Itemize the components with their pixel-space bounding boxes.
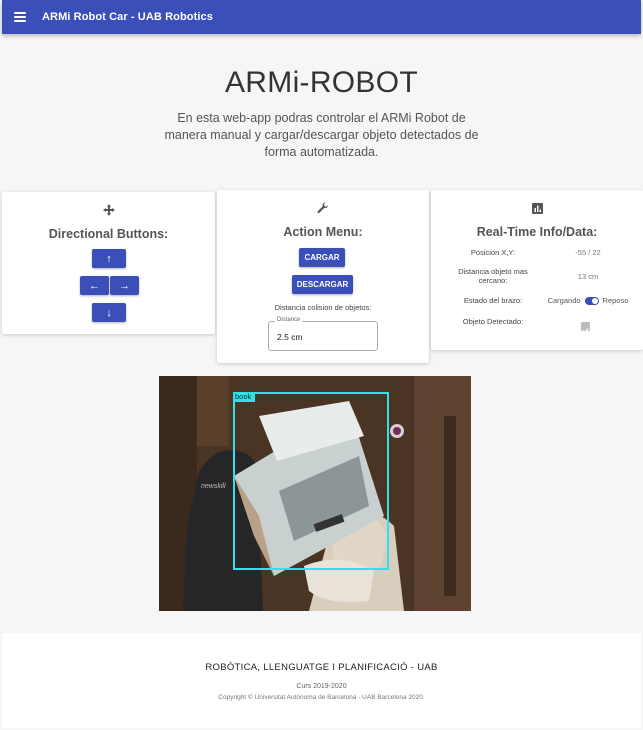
info-row-arm: Estado del brazo: Cargando Reposo	[443, 296, 633, 306]
footer-title: ROBÒTICA, LLENGUATGE I PLANIFICACIÓ - UA…	[205, 662, 438, 673]
detection-label: book	[235, 392, 252, 401]
info-card: Real-Time Info/Data: Posicion X,Y: -55 /…	[431, 190, 643, 350]
right-button[interactable]: →	[110, 276, 139, 295]
down-button[interactable]: ↓	[92, 303, 126, 322]
info-row-position: Posicion X,Y: -55 / 22	[443, 248, 633, 257]
check-icon	[582, 328, 589, 334]
footer-course: Curs 2019-2020	[296, 683, 347, 690]
info-value: 13 cm	[577, 271, 599, 281]
directional-title: Directional Buttons:	[48, 227, 169, 241]
info-row-distance: Distancia objeto mas cercano: 13 cm	[443, 267, 633, 285]
app-title: ARMi Robot Car - UAB Robotics	[42, 11, 213, 23]
distance-label: Distancia colision de objetos:	[274, 303, 372, 312]
distance-input[interactable]: Distance 2.5 cm	[268, 317, 378, 351]
info-label: Posicion X,Y:	[470, 248, 516, 257]
detected-label: Objeto Detectado:	[462, 317, 524, 326]
footer: ROBÒTICA, LLENGUATGE I PLANIFICACIÓ - UA…	[2, 633, 641, 728]
info-label: Distancia objeto mas cercano:	[458, 267, 528, 285]
action-card: Action Menu: CARGAR DESCARGAR Distancia …	[217, 190, 429, 363]
page-title: ARMi-ROBOT	[225, 66, 418, 99]
info-title: Real-Time Info/Data:	[476, 225, 598, 239]
hamburger-menu-icon[interactable]	[14, 12, 26, 22]
action-title: Action Menu:	[283, 225, 363, 239]
arm-left-label: Cargando	[547, 296, 581, 305]
distance-field-label: Distance	[275, 317, 303, 323]
cargar-button[interactable]: CARGAR	[299, 248, 345, 267]
distance-value: 2.5 cm	[277, 332, 303, 342]
arm-toggle[interactable]	[584, 297, 599, 306]
up-button[interactable]: ↑	[92, 249, 126, 268]
info-value: -55 / 22	[575, 248, 601, 257]
arm-right-label: Reposo	[602, 296, 629, 305]
footer-copyright: Copyright © Universitat Autònoma de Barc…	[218, 694, 425, 701]
move-icon	[2, 204, 215, 218]
page-description: En esta web-app podras controlar el ARMi…	[164, 111, 479, 159]
left-button[interactable]: ←	[80, 276, 109, 295]
hero-section: ARMi-ROBOT En esta web-app podras contro…	[0, 66, 643, 161]
camera-feed: newskill book	[159, 376, 471, 611]
wrench-icon	[217, 202, 429, 216]
arm-toggle-group: Cargando Reposo	[543, 296, 633, 306]
descargar-button[interactable]: DESCARGAR	[292, 275, 353, 294]
chart-icon	[431, 202, 643, 216]
arm-label: Estado del brazo:	[463, 296, 523, 305]
app-bar: ARMi Robot Car - UAB Robotics	[2, 0, 641, 34]
detected-checkbox[interactable]	[581, 322, 590, 334]
info-row-detected: Objeto Detectado:	[443, 317, 633, 326]
chair-logo: newskill	[201, 483, 226, 490]
directional-card: Directional Buttons: ↑ ← → ↓	[2, 192, 215, 334]
camera-image: newskill	[159, 376, 471, 611]
